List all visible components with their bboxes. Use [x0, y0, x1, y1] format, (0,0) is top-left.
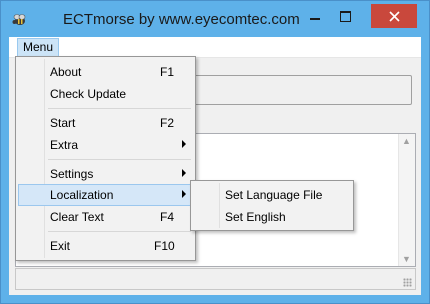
close-button[interactable]: [371, 4, 417, 28]
scroll-down-icon[interactable]: ▼: [402, 254, 411, 264]
menu-item-start[interactable]: Start F2: [18, 112, 193, 134]
maximize-button[interactable]: [331, 4, 359, 28]
window-title: ECTmorse by www.eyecomtec.com: [63, 11, 300, 28]
submenu-arrow-icon: [182, 190, 186, 198]
menu-item-settings[interactable]: Settings: [18, 163, 193, 185]
menu-item-shortcut: F2: [160, 116, 175, 130]
menu-item-label: Clear Text: [50, 210, 104, 224]
vertical-scrollbar[interactable]: ▲ ▼: [398, 134, 415, 266]
menu-item-shortcut: F10: [154, 239, 175, 253]
menu-item-label: Start: [50, 116, 76, 130]
menu-item-extra[interactable]: Extra: [18, 134, 193, 156]
menu-item-label: Extra: [50, 138, 79, 152]
minimize-button[interactable]: [301, 4, 329, 28]
submenu-item-set-language-file[interactable]: Set Language File: [193, 184, 351, 206]
bee-icon[interactable]: [11, 13, 27, 27]
menu-item-label: About: [50, 65, 82, 79]
status-bar: [15, 268, 416, 290]
menu-item-exit[interactable]: Exit F10: [18, 235, 193, 257]
menu-item-label: Localization: [50, 188, 114, 202]
menu-item-label: Settings: [50, 167, 94, 181]
title-bar[interactable]: ECTmorse by www.eyecomtec.com: [1, 1, 429, 37]
localization-submenu: Set Language File Set English: [190, 180, 354, 231]
menu-bar: Menu: [9, 37, 421, 58]
scroll-up-icon[interactable]: ▲: [402, 136, 411, 146]
menu-item-label: Exit: [50, 239, 71, 253]
maximize-icon: [339, 10, 351, 22]
menu-item-shortcut: F1: [160, 65, 175, 79]
submenu-item-set-english[interactable]: Set English: [193, 206, 351, 228]
menu-item-about[interactable]: About F1: [18, 61, 193, 83]
submenu-arrow-icon: [182, 169, 186, 177]
submenu-arrow-icon: [182, 140, 186, 148]
menu-separator: [48, 159, 191, 160]
menu-item-clear-text[interactable]: Clear Text F4: [18, 206, 193, 228]
menu-separator: [48, 108, 191, 109]
menu-item-label: Check Update: [50, 87, 127, 101]
submenu-item-label: Set English: [225, 210, 286, 224]
minimize-icon: [310, 18, 320, 20]
resize-grip-icon[interactable]: [403, 278, 412, 287]
menu-separator: [48, 231, 191, 232]
menu-item-shortcut: F4: [160, 210, 175, 224]
menu-button[interactable]: Menu: [17, 38, 60, 57]
main-menu-dropdown: About F1 Check Update Start F2 Extra Set…: [15, 56, 196, 261]
menu-item-check-update[interactable]: Check Update: [18, 83, 193, 105]
menu-item-localization[interactable]: Localization: [18, 184, 193, 206]
close-icon: [388, 10, 400, 22]
submenu-item-label: Set Language File: [225, 188, 323, 202]
